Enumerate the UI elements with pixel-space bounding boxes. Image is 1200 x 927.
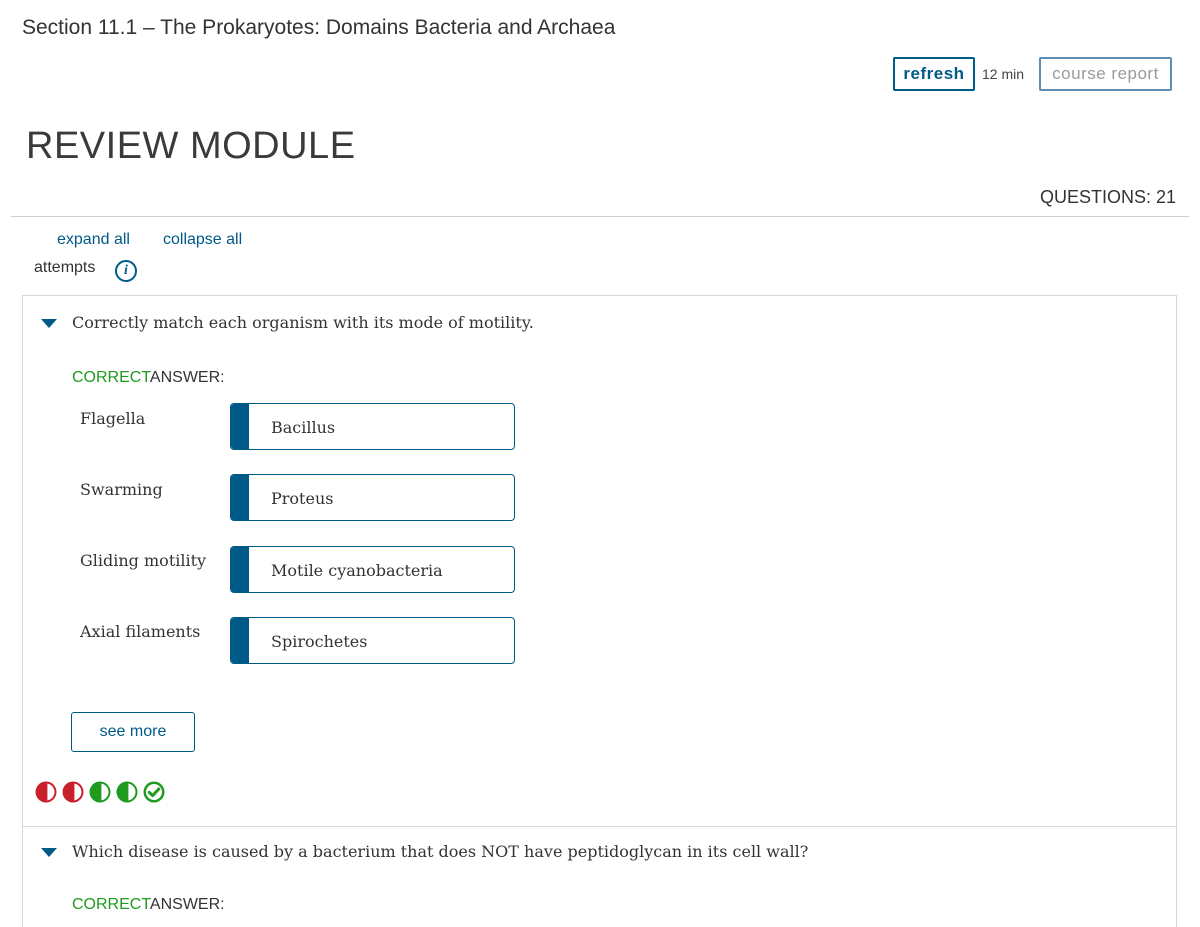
correct-answer-heading: CORRECTANSWER: bbox=[72, 369, 225, 387]
drag-handle bbox=[231, 404, 249, 449]
attempt-history bbox=[34, 780, 166, 804]
header-divider bbox=[11, 216, 1189, 217]
match-label: Axial filaments bbox=[80, 622, 201, 641]
drag-handle bbox=[231, 475, 249, 520]
correct-answer-heading: CORRECTANSWER: bbox=[72, 896, 225, 914]
question-divider bbox=[23, 826, 1176, 827]
drag-handle bbox=[231, 547, 249, 592]
match-answer-box[interactable]: Proteus bbox=[230, 474, 515, 521]
attempts-label: attempts bbox=[34, 259, 96, 276]
match-label: Flagella bbox=[80, 409, 146, 428]
correct-half-icon bbox=[89, 781, 111, 803]
module-title: REVIEW MODULE bbox=[26, 125, 356, 167]
collapse-caret-icon[interactable] bbox=[41, 319, 57, 328]
info-icon[interactable]: i bbox=[115, 260, 137, 282]
question-text: Correctly match each organism with its m… bbox=[72, 313, 534, 332]
section-title: Section 11.1 – The Prokaryotes: Domains … bbox=[22, 16, 616, 39]
match-answer-box[interactable]: Motile cyanobacteria bbox=[230, 546, 515, 593]
see-more-button[interactable]: see more bbox=[71, 712, 195, 752]
correct-label: CORRECT bbox=[72, 896, 150, 913]
match-value: Motile cyanobacteria bbox=[271, 561, 443, 580]
refresh-button[interactable]: refresh bbox=[893, 57, 975, 91]
correct-half-icon bbox=[116, 781, 138, 803]
match-label: Gliding motility bbox=[80, 551, 207, 570]
collapse-all-link[interactable]: collapse all bbox=[163, 231, 242, 249]
match-answer-box[interactable]: Bacillus bbox=[230, 403, 515, 450]
questions-panel: Correctly match each organism with its m… bbox=[22, 295, 1177, 927]
drag-handle bbox=[231, 618, 249, 663]
correct-check-icon bbox=[143, 781, 165, 803]
incorrect-half-icon bbox=[35, 781, 57, 803]
match-label: Swarming bbox=[80, 480, 163, 499]
questions-count: QUESTIONS: 21 bbox=[1039, 187, 1176, 207]
match-answer-box[interactable]: Spirochetes bbox=[230, 617, 515, 664]
match-value: Proteus bbox=[271, 489, 334, 508]
match-value: Bacillus bbox=[271, 418, 336, 437]
match-value: Spirochetes bbox=[271, 632, 368, 651]
collapse-caret-icon[interactable] bbox=[41, 848, 57, 857]
question-text: Which disease is caused by a bacterium t… bbox=[72, 842, 809, 861]
answer-label: ANSWER: bbox=[149, 369, 225, 386]
answer-label: ANSWER: bbox=[149, 896, 225, 913]
correct-label: CORRECT bbox=[72, 369, 150, 386]
incorrect-half-icon bbox=[62, 781, 84, 803]
time-remaining: 12 min bbox=[982, 66, 1025, 82]
course-report-button[interactable]: course report bbox=[1039, 57, 1172, 91]
expand-all-link[interactable]: expand all bbox=[57, 231, 130, 249]
